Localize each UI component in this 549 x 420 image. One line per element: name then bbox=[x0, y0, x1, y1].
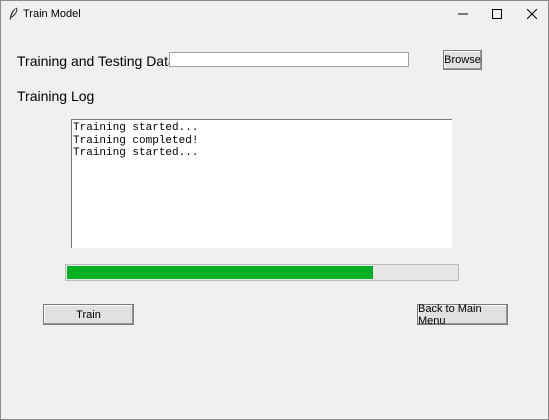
minimize-button[interactable] bbox=[445, 1, 481, 28]
maximize-icon bbox=[492, 6, 502, 24]
training-log-textbox[interactable]: Training started... Training completed! … bbox=[71, 119, 452, 248]
back-to-main-menu-button[interactable]: Back to Main Menu bbox=[417, 303, 508, 327]
window-title: Train Model bbox=[23, 8, 81, 20]
feather-icon bbox=[7, 7, 19, 21]
training-data-path-input[interactable] bbox=[169, 52, 409, 67]
close-button[interactable] bbox=[514, 1, 548, 28]
log-line: Training started... bbox=[73, 147, 199, 160]
training-data-label: Training and Testing Data bbox=[17, 53, 176, 69]
maximize-button[interactable] bbox=[479, 1, 515, 28]
title-bar[interactable]: Train Model bbox=[1, 1, 548, 28]
training-progress-bar bbox=[65, 264, 459, 281]
browse-button[interactable]: Browse bbox=[443, 50, 482, 70]
progress-fill bbox=[67, 266, 373, 279]
minimize-icon bbox=[458, 6, 468, 24]
train-button[interactable]: Train bbox=[43, 304, 134, 325]
log-line: Training started... bbox=[73, 122, 199, 134]
training-log-label: Training Log bbox=[17, 88, 95, 104]
log-line: Training completed! bbox=[73, 134, 199, 147]
close-icon bbox=[526, 6, 538, 24]
train-model-window: Train Model Training and Testing Data Br… bbox=[0, 0, 549, 420]
